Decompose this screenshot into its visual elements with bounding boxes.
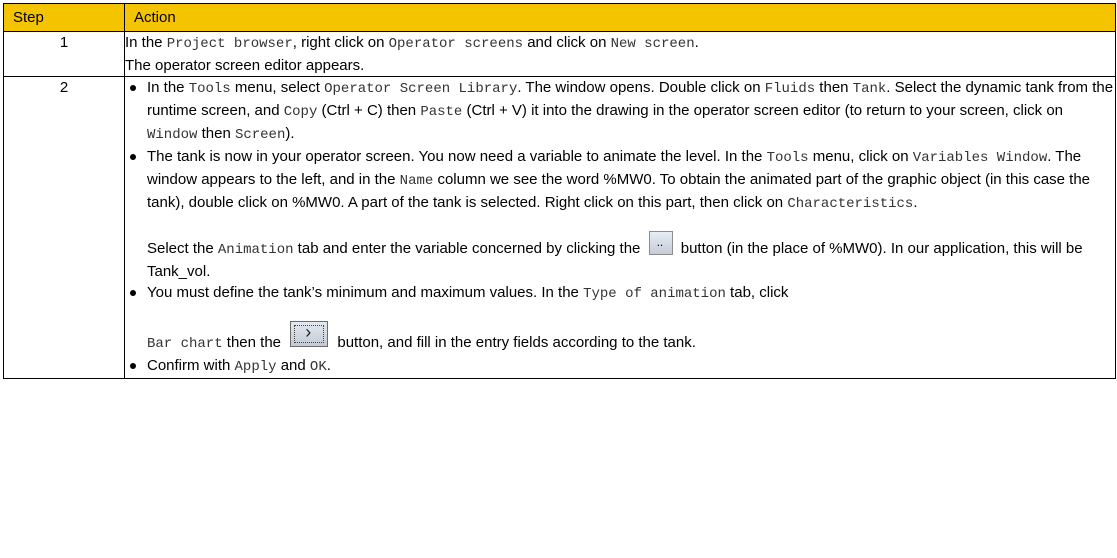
next-button-icon <box>290 321 329 347</box>
list-item: The tank is now in your operator screen.… <box>125 146 1115 282</box>
code-term: Operator Screen Library <box>324 81 518 97</box>
list-item: In the Tools menu, select Operator Scree… <box>125 77 1115 146</box>
code-term: Paste <box>420 104 463 120</box>
code-term: Apply <box>234 359 277 375</box>
header-step: Step <box>3 3 125 32</box>
text: then the <box>222 334 286 351</box>
text: tab and enter the variable concerned by … <box>293 240 645 257</box>
text: In the <box>125 34 167 51</box>
text: The tank is now in your operator screen.… <box>147 148 767 165</box>
text: Select the <box>147 240 218 257</box>
action-line: In the Project browser, right click on O… <box>125 32 1115 55</box>
browse-button-icon <box>648 231 673 255</box>
text: . <box>326 357 331 374</box>
text: , right click on <box>292 34 389 51</box>
action-cell: In the Tools menu, select Operator Scree… <box>124 76 1116 379</box>
text: then <box>197 125 235 142</box>
code-term: OK <box>309 359 327 375</box>
text: (Ctrl + C) then <box>317 102 421 119</box>
text: . <box>694 34 699 51</box>
code-term: New screen <box>610 36 695 52</box>
code-term: Window <box>147 127 198 143</box>
code-term: Operator screens <box>388 36 524 52</box>
action-cell: In the Project browser, right click on O… <box>124 31 1116 77</box>
table-header-row: Step Action <box>3 3 1116 32</box>
code-term: Bar chart <box>147 336 223 352</box>
code-term: Tools <box>766 150 809 166</box>
code-term: Tank <box>852 81 887 97</box>
text: Confirm with <box>147 357 235 374</box>
text: (Ctrl + V) it into the drawing in the op… <box>462 102 1064 119</box>
steps-table: Step Action 1 In the Project browser, ri… <box>3 3 1116 379</box>
header-action: Action <box>124 3 1116 32</box>
list-item: You must define the tank’s minimum and m… <box>125 282 1115 355</box>
code-term: Fluids <box>764 81 816 97</box>
table-row: 1 In the Project browser, right click on… <box>3 31 1116 77</box>
text: button, and fill in the entry fields acc… <box>333 334 696 351</box>
bullet-list: In the Tools menu, select Operator Scree… <box>125 77 1115 378</box>
text: . The window opens. Double click on <box>517 79 765 96</box>
table-row: 2 In the Tools menu, select Operator Scr… <box>3 76 1116 379</box>
text: menu, select <box>230 79 325 96</box>
code-term: Variables Window <box>912 150 1048 166</box>
code-term: Name <box>399 173 434 189</box>
text: . <box>913 194 918 211</box>
step-number: 2 <box>3 76 125 379</box>
code-term: Project browser <box>166 36 293 52</box>
code-term: Characteristics <box>787 196 914 212</box>
text: menu, click on <box>808 148 913 165</box>
text: then <box>815 79 853 96</box>
text: and <box>276 357 310 374</box>
text: In the <box>147 79 189 96</box>
step-number: 1 <box>3 31 125 77</box>
text: tab, click <box>725 284 789 301</box>
code-term: Tools <box>188 81 231 97</box>
text: and click on <box>523 34 611 51</box>
action-line: The operator screen editor appears. <box>125 57 365 74</box>
code-term: Screen <box>234 127 286 143</box>
code-term: Animation <box>217 242 294 258</box>
text: You must define the tank’s minimum and m… <box>147 284 584 301</box>
code-term: Copy <box>283 104 318 120</box>
code-term: Type of animation <box>583 286 726 302</box>
text: ). <box>285 125 295 142</box>
list-item: Confirm with Apply and OK. <box>125 355 1115 378</box>
